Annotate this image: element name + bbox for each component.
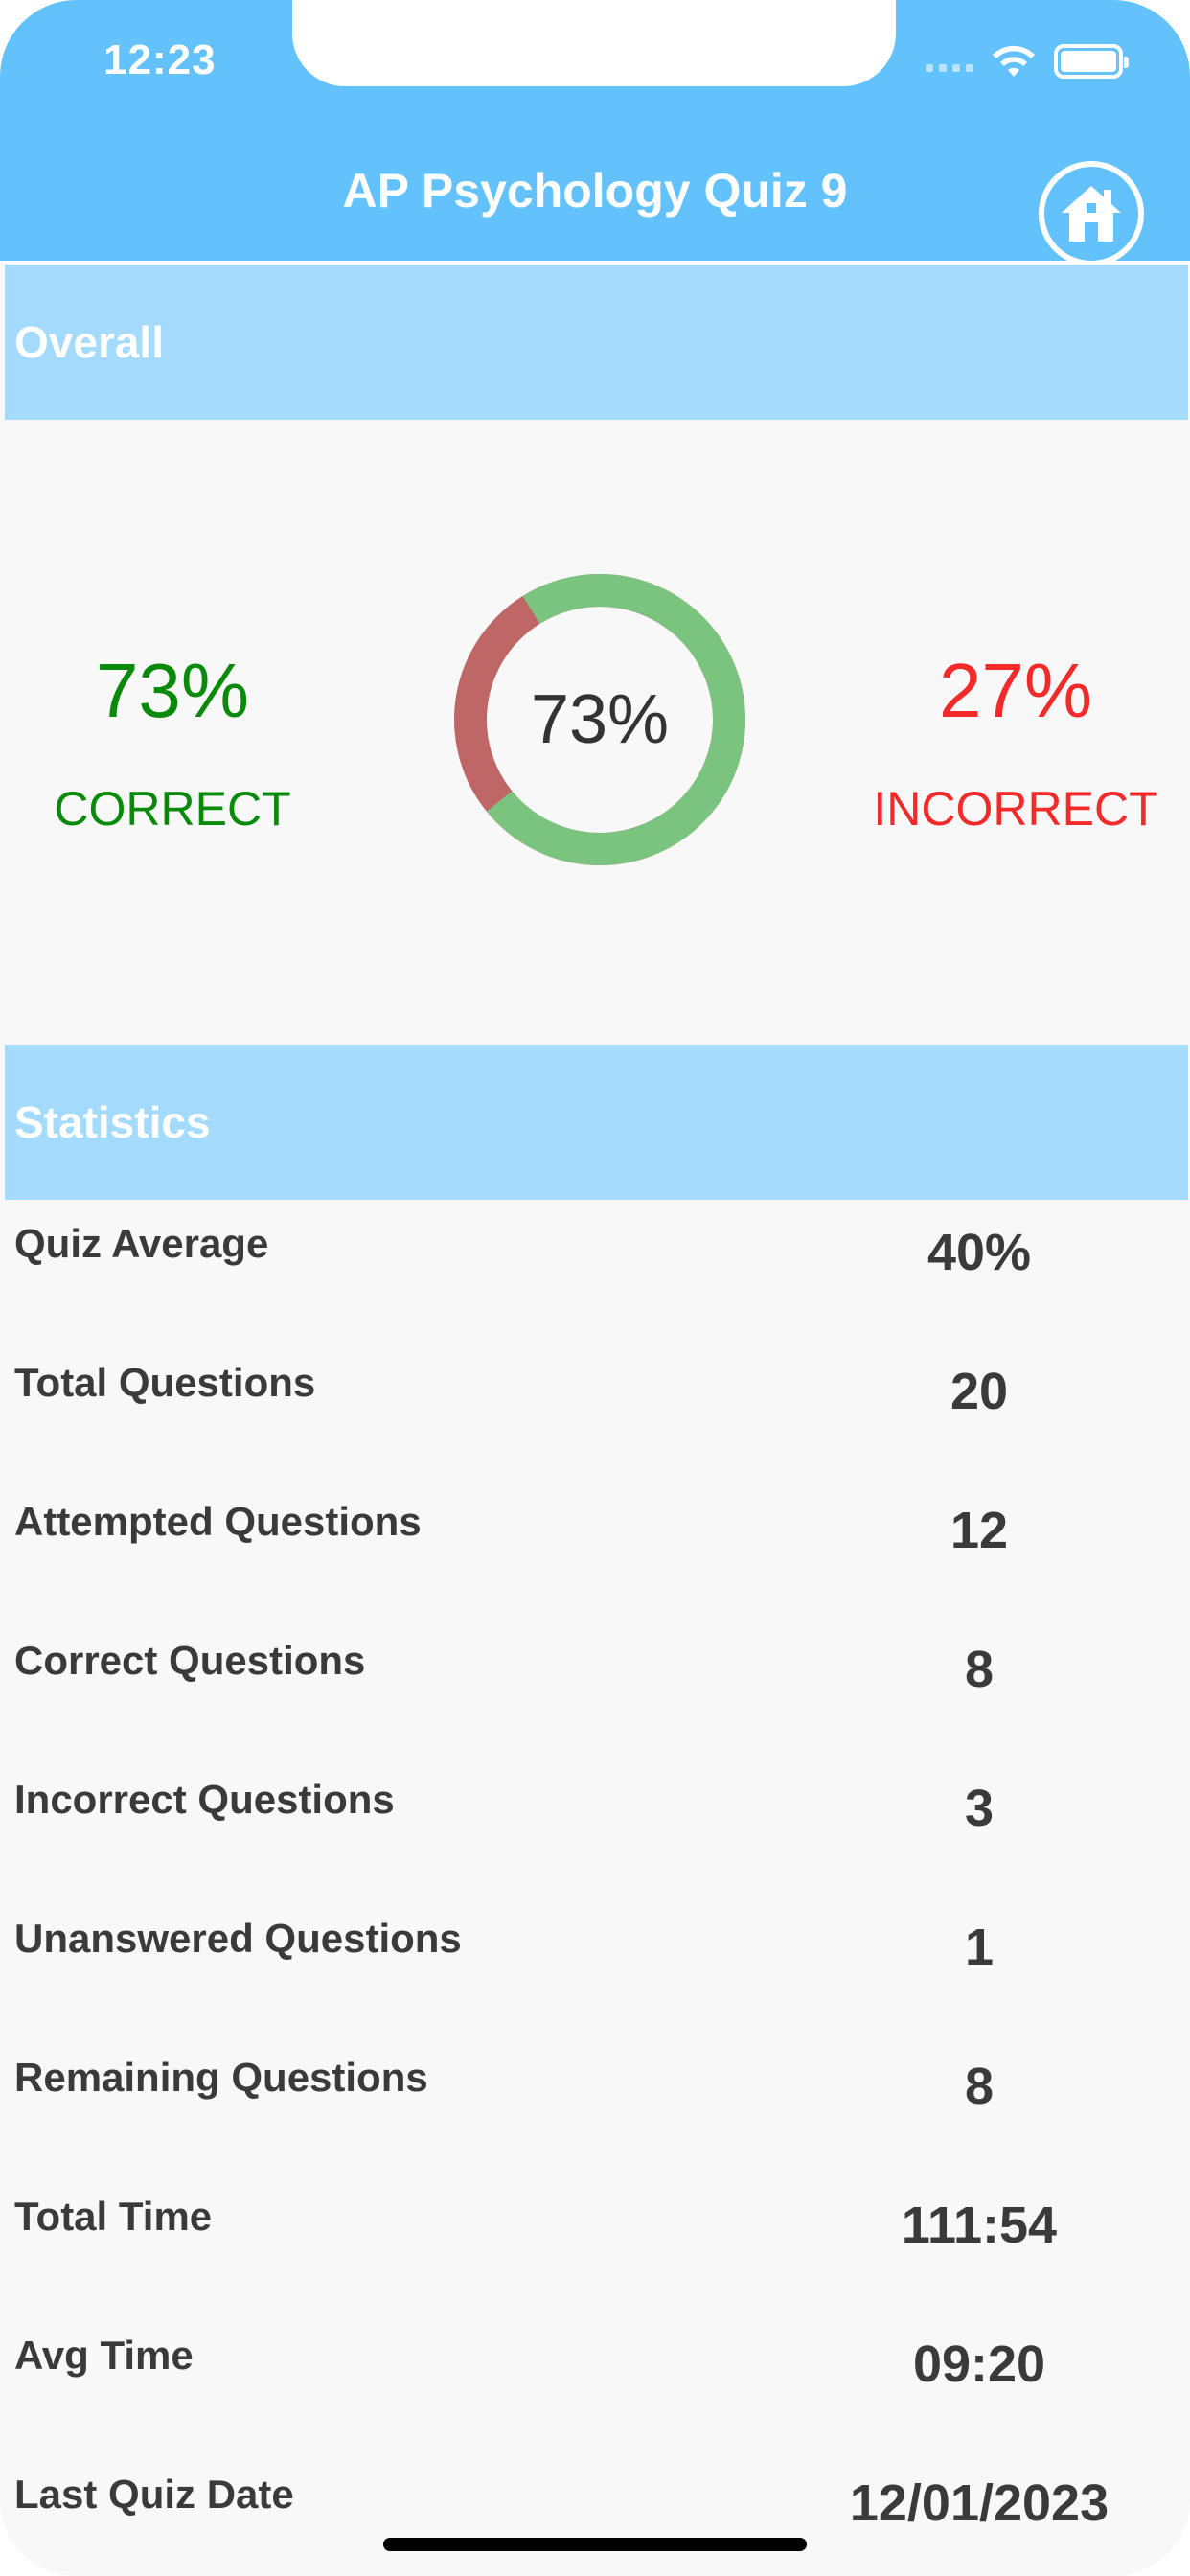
score-donut-chart: 73% — [450, 570, 749, 869]
stat-label: Total Questions — [14, 1360, 316, 1405]
stat-value: 20 — [950, 1363, 1009, 1420]
stat-value: 12 — [950, 1502, 1009, 1559]
battery-icon — [1054, 44, 1129, 79]
stat-row-last-quiz-date: Last Quiz Date 12/01/2023 — [0, 2450, 1190, 2576]
stat-row-incorrect-questions: Incorrect Questions 3 — [0, 1756, 1190, 1895]
stat-value: 09:20 — [912, 2335, 1046, 2393]
stat-label: Incorrect Questions — [14, 1777, 395, 1822]
incorrect-percentage: 27% — [938, 648, 1093, 733]
statistics-section-header: Statistics — [5, 1045, 1188, 1200]
stat-value: 3 — [964, 1780, 995, 1837]
correct-label: CORRECT — [54, 782, 291, 836]
cellular-signal-icon — [926, 51, 973, 72]
stat-value: 8 — [964, 2058, 995, 2115]
stat-label: Remaining Questions — [14, 2055, 428, 2100]
header-divider — [0, 261, 1190, 264]
stat-value: 111:54 — [901, 2196, 1058, 2254]
stat-row-unanswered-questions: Unanswered Questions 1 — [0, 1895, 1190, 2034]
stat-value: 12/01/2023 — [849, 2474, 1110, 2532]
stat-label: Avg Time — [14, 2333, 194, 2378]
stat-row-quiz-average: Quiz Average 40% — [0, 1200, 1190, 1339]
stat-label: Quiz Average — [14, 1221, 269, 1266]
stat-row-remaining-questions: Remaining Questions 8 — [0, 2034, 1190, 2173]
overall-heading: Overall — [14, 317, 164, 367]
app-screen: 12:23 AP Psychology Quiz 9 Overall 73% C… — [0, 0, 1190, 2576]
page-title: AP Psychology Quiz 9 — [342, 164, 848, 218]
correct-percentage: 73% — [95, 648, 250, 733]
stat-label: Attempted Questions — [14, 1499, 422, 1544]
nav-header: 12:23 AP Psychology Quiz 9 — [0, 0, 1190, 266]
home-indicator[interactable] — [383, 2538, 807, 2551]
stat-value: 1 — [964, 1919, 995, 1976]
status-time: 12:23 — [103, 36, 217, 83]
stat-row-total-questions: Total Questions 20 — [0, 1339, 1190, 1478]
stat-label: Last Quiz Date — [14, 2472, 294, 2517]
stat-value: 8 — [964, 1641, 995, 1698]
incorrect-label: INCORRECT — [873, 782, 1158, 836]
stat-label: Total Time — [14, 2194, 213, 2239]
status-icons — [926, 44, 1129, 79]
stat-value: 40% — [927, 1224, 1032, 1281]
stat-row-avg-time: Avg Time 09:20 — [0, 2312, 1190, 2450]
stat-row-total-time: Total Time 111:54 — [0, 2173, 1190, 2312]
home-icon — [1062, 186, 1121, 242]
stat-label: Unanswered Questions — [14, 1916, 462, 1961]
overall-summary: 73% CORRECT 73% 27% INCORRECT — [0, 417, 1190, 1045]
device-notch — [292, 0, 896, 86]
donut-center-text: 73% — [530, 681, 670, 758]
stat-row-attempted-questions: Attempted Questions 12 — [0, 1478, 1190, 1617]
home-button[interactable] — [1039, 161, 1144, 266]
overall-section-header: Overall — [5, 264, 1188, 420]
wifi-icon — [993, 45, 1035, 77]
stat-label: Correct Questions — [14, 1638, 366, 1683]
statistics-heading: Statistics — [14, 1097, 211, 1147]
stat-row-correct-questions: Correct Questions 8 — [0, 1617, 1190, 1756]
